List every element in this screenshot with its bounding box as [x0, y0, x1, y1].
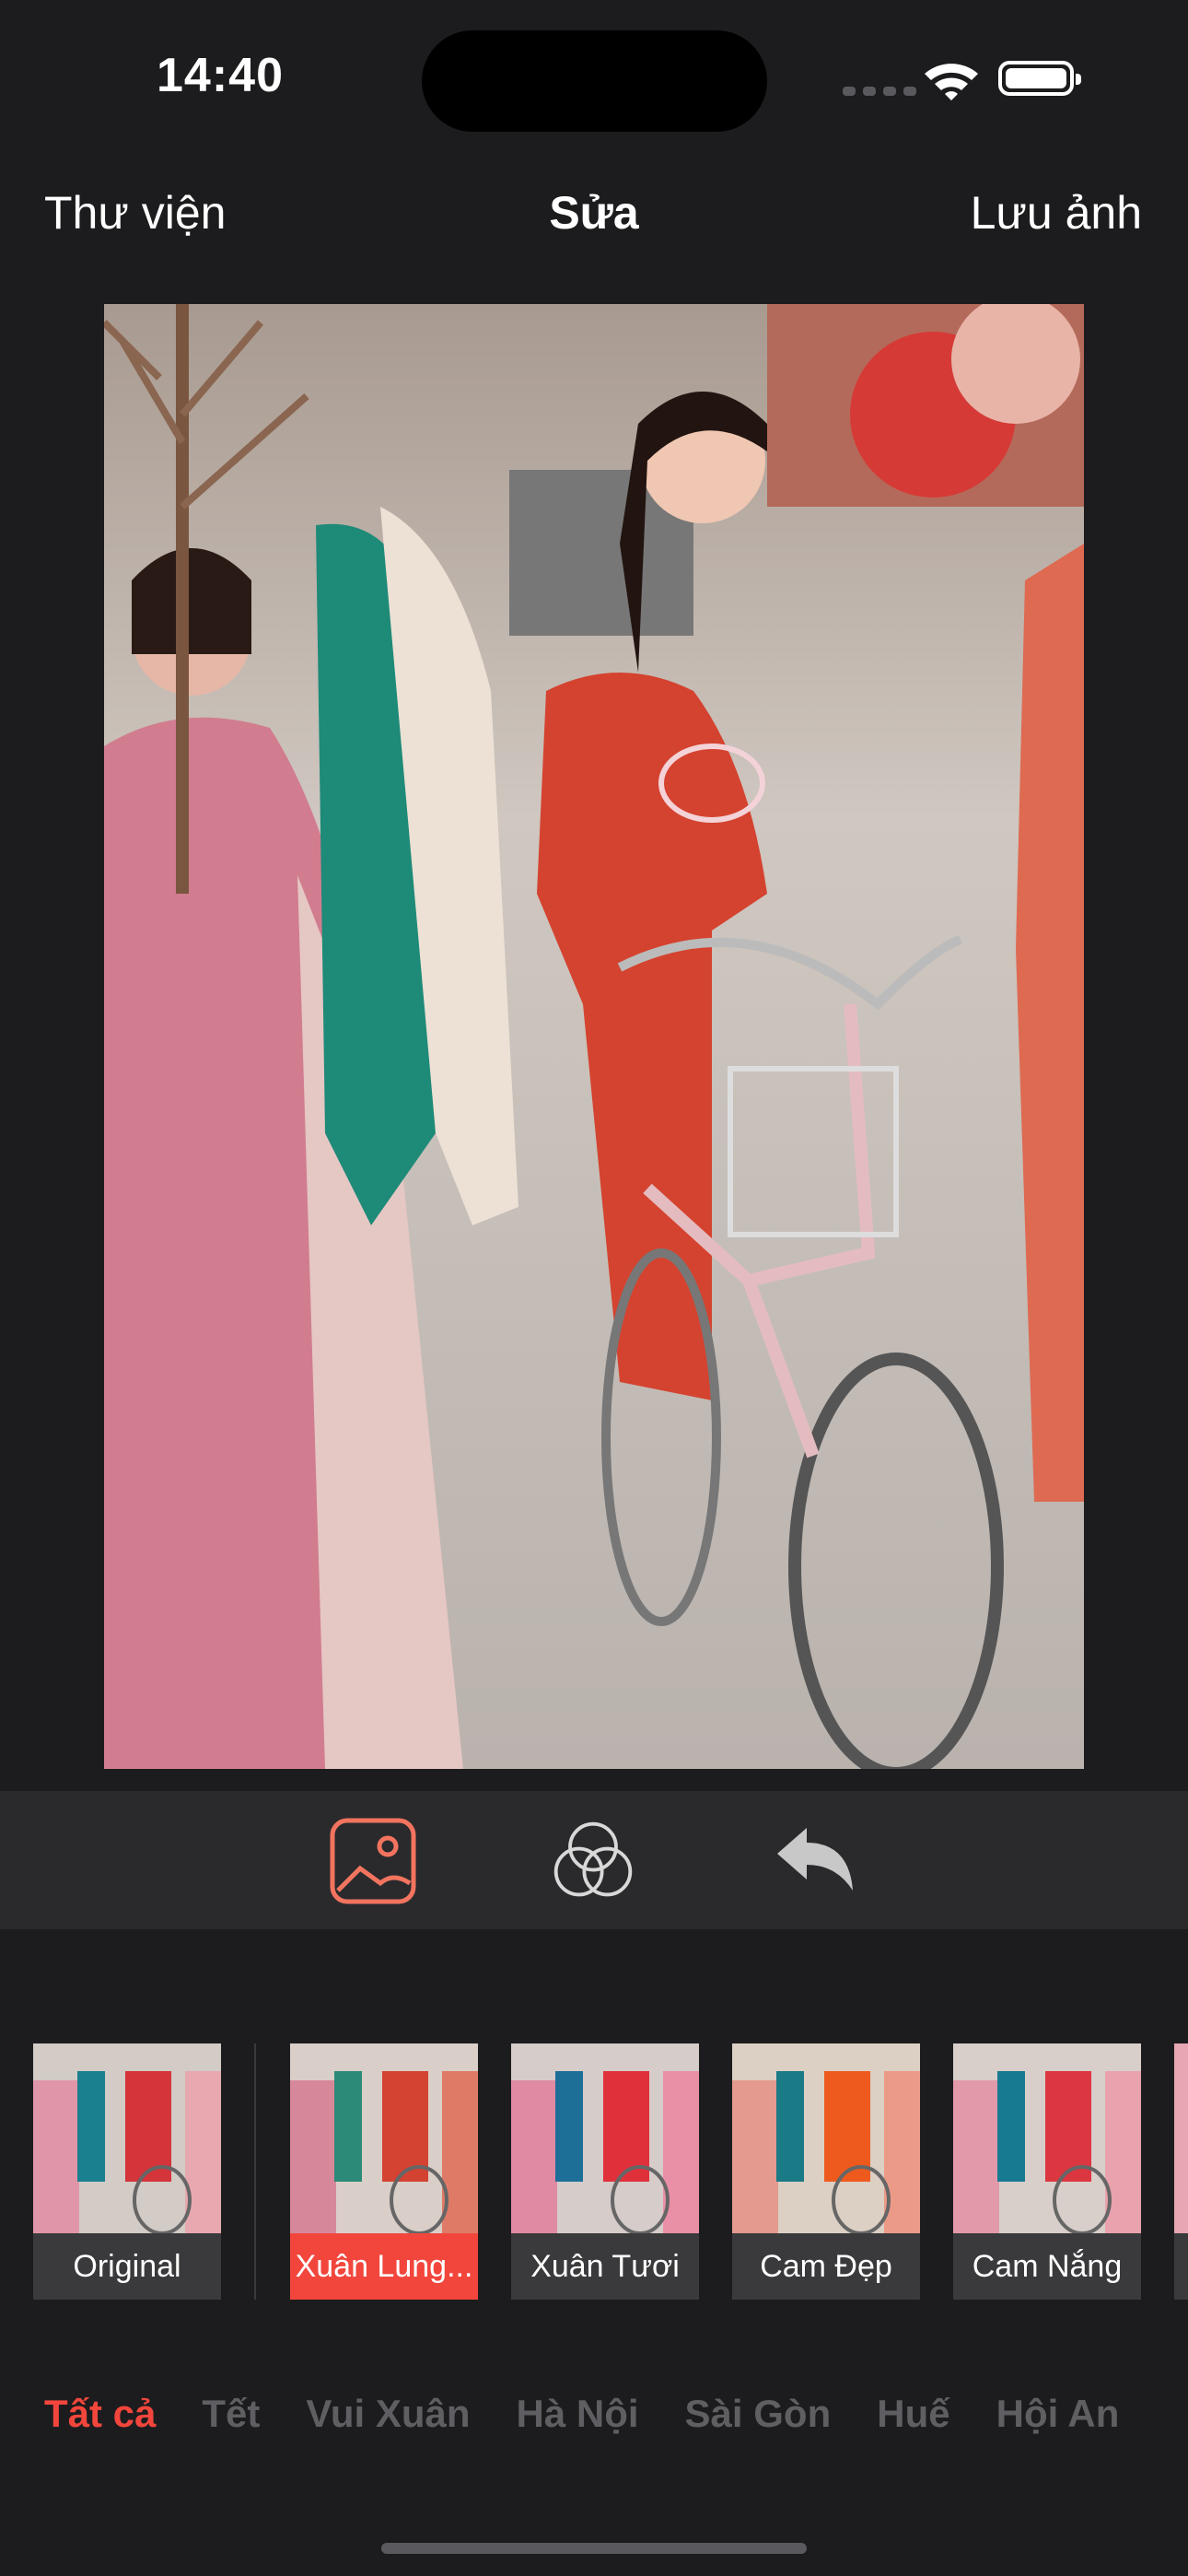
category-tab-sai-gon[interactable]: Sài Gòn [685, 2392, 832, 2436]
category-tab-vui-xuan[interactable]: Vui Xuân [306, 2392, 470, 2436]
filter-thumbnail [33, 2043, 221, 2233]
category-tab-hue[interactable]: Huế [877, 2392, 949, 2436]
status-time: 14:40 [157, 49, 284, 102]
save-photo-button[interactable]: Lưu ảnh [971, 186, 1142, 240]
undo-arrow-icon[interactable] [770, 1817, 858, 1905]
edited-photo [104, 304, 1084, 1769]
battery-icon [998, 61, 1081, 96]
category-tabs: Tất cả Tết Vui Xuân Hà Nội Sài Gòn Huế H… [44, 2392, 1119, 2436]
filter-cam-nang[interactable]: Cam Nắng [953, 2043, 1141, 2300]
category-tab-hoi-an[interactable]: Hội An [996, 2392, 1120, 2436]
filter-xuan-lung[interactable]: Xuân Lung... [290, 2043, 478, 2300]
category-tab-tat-ca[interactable]: Tất cả [44, 2392, 156, 2436]
filter-original[interactable]: Original [33, 2043, 221, 2300]
filter-thumbnail [290, 2043, 478, 2233]
wifi-icon [925, 64, 978, 100]
home-indicator[interactable] [381, 2543, 807, 2554]
filter-label: Cam Đẹp [732, 2233, 920, 2300]
filter-thumbnail [1174, 2043, 1188, 2233]
category-tab-ha-noi[interactable]: Hà Nội [517, 2392, 639, 2436]
filters-circles-icon[interactable] [549, 1817, 637, 1905]
photo-frame-icon[interactable] [329, 1817, 417, 1905]
filter-strip: Original Xuân Lung... Xuân Tươi Cam Đẹp … [0, 2043, 1188, 2301]
filter-thumbnail [511, 2043, 699, 2233]
filter-thumbnail [732, 2043, 920, 2233]
edit-toolbar [0, 1791, 1188, 1929]
category-tab-tet[interactable]: Tết [202, 2392, 260, 2436]
filter-label: Cam Nắng [953, 2233, 1141, 2300]
filter-label: Xuân Lung... [290, 2233, 478, 2300]
cellular-signal-icon [843, 87, 916, 96]
filter-thumbnail [953, 2043, 1141, 2233]
filter-xuan-tuoi[interactable]: Xuân Tươi [511, 2043, 699, 2300]
filter-partial[interactable] [1174, 2043, 1188, 2300]
filter-label: Original [33, 2233, 221, 2300]
filter-divider [254, 2043, 256, 2300]
dynamic-island [422, 30, 767, 132]
filter-cam-dep[interactable]: Cam Đẹp [732, 2043, 920, 2300]
filter-label [1174, 2233, 1188, 2300]
filter-label: Xuân Tươi [511, 2233, 699, 2300]
